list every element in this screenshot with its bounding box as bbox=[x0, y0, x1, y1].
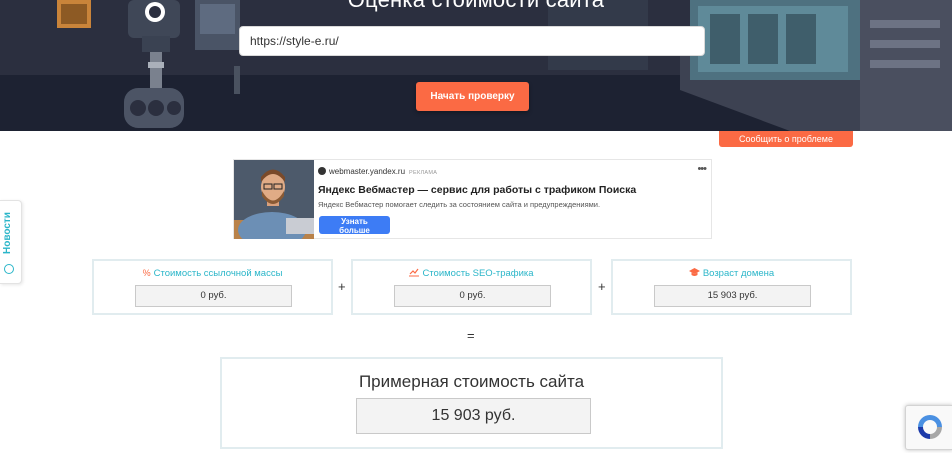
link-mass-card: % Стоимость ссылочной массы 0 руб. bbox=[92, 259, 333, 315]
news-side-tab[interactable]: Новости bbox=[0, 200, 22, 284]
card-header: Стоимость SEO-трафика bbox=[353, 268, 590, 279]
plus-sign: + bbox=[598, 279, 606, 294]
chart-icon bbox=[409, 268, 420, 277]
recaptcha-icon bbox=[918, 415, 942, 439]
yandex-ad-banner[interactable]: webmaster.yandex.ru РЕКЛАМА ••• Яндекс Ве… bbox=[233, 159, 712, 239]
card-label: Возраст домена bbox=[702, 268, 775, 279]
ad-domain[interactable]: webmaster.yandex.ru bbox=[329, 167, 405, 176]
result-title: Примерная стоимость сайта bbox=[358, 372, 585, 391]
card-header: Возраст домена bbox=[613, 268, 850, 279]
yandex-icon bbox=[318, 167, 326, 175]
card-label: Стоимость SEO-трафика bbox=[422, 268, 534, 279]
graduation-cap-icon bbox=[688, 268, 700, 276]
plus-sign: + bbox=[338, 279, 346, 294]
recaptcha-badge[interactable] bbox=[905, 405, 952, 450]
seo-traffic-card: Стоимость SEO-трафика 0 руб. bbox=[351, 259, 592, 315]
result-value: 15 903 руб. bbox=[356, 398, 591, 434]
page-title: Оценка стоимости сайта bbox=[0, 0, 952, 13]
start-check-button[interactable]: Начать проверку bbox=[416, 82, 529, 111]
news-tab-label: Новости bbox=[2, 212, 13, 254]
estimated-value-panel: Примерная стоимость сайта 15 903 руб. bbox=[220, 357, 723, 449]
robot-illustration bbox=[57, 0, 240, 128]
equals-sign: = bbox=[467, 328, 475, 343]
ad-menu-icon[interactable]: ••• bbox=[697, 163, 707, 175]
card-value: 15 903 руб. bbox=[654, 285, 811, 307]
ad-title[interactable]: Яндекс Вебмастер — сервис для работы с т… bbox=[318, 184, 636, 196]
url-input[interactable] bbox=[239, 26, 705, 56]
clock-icon bbox=[4, 264, 14, 274]
ad-learn-more-button[interactable]: Узнать больше bbox=[319, 216, 390, 235]
domain-age-card: Возраст домена 15 903 руб. bbox=[611, 259, 852, 315]
man-with-laptop-image bbox=[234, 160, 314, 239]
link-icon: % bbox=[142, 268, 151, 278]
ad-tag: РЕКЛАМА bbox=[409, 170, 438, 176]
card-header: % Стоимость ссылочной массы bbox=[94, 268, 331, 279]
ad-description: Яндекс Вебмастер помогает следить за сос… bbox=[318, 200, 601, 209]
server-illustration bbox=[548, 0, 952, 131]
card-value: 0 руб. bbox=[394, 285, 551, 307]
card-value: 0 руб. bbox=[135, 285, 292, 307]
card-label: Стоимость ссылочной массы bbox=[153, 268, 283, 279]
ad-photo bbox=[234, 160, 314, 239]
ad-source: webmaster.yandex.ru РЕКЛАМА bbox=[318, 167, 437, 176]
report-problem-button[interactable]: Сообщить о проблеме bbox=[719, 131, 853, 147]
hero-banner: Оценка стоимости сайта Начать проверку bbox=[0, 0, 952, 131]
